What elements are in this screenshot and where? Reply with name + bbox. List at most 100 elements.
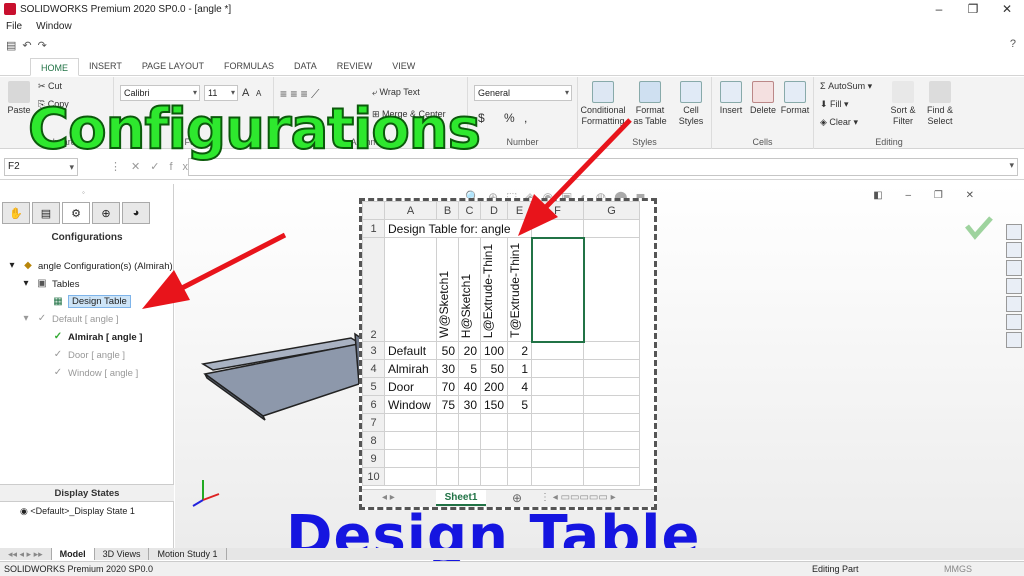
col-header-d[interactable]: D [479,201,509,220]
cell[interactable] [531,467,585,486]
value-cell[interactable]: 75 [436,395,459,414]
cell[interactable] [458,431,481,450]
save-icon[interactable]: ▤ [6,39,16,52]
config-name-cell[interactable]: Window [384,395,437,414]
cell[interactable] [458,467,481,486]
row-header[interactable]: 5 [362,377,385,396]
horizontal-scrollbar[interactable]: ⋮ ◂ ▭▭▭▭▭ ▸ [540,492,616,503]
col-header-c[interactable]: C [458,201,481,220]
design-table-sheet[interactable]: A B C D E F G 1 Design Table for: angle … [359,198,657,510]
row-header[interactable]: 4 [362,359,385,378]
row-header[interactable]: 8 [362,431,385,450]
expand-icon[interactable]: ▾ [20,278,32,290]
value-cell[interactable]: 1 [507,359,533,378]
cell[interactable] [583,395,641,414]
find-select-button[interactable]: Find & Select [922,81,958,127]
tree-config-almirah[interactable]: ✓ Almirah [ angle ] [52,331,143,343]
cell[interactable] [479,449,509,468]
expand-icon[interactable]: ▾ [6,260,18,272]
config-name-cell[interactable]: Almirah [384,359,437,378]
col-header-f[interactable]: F [531,201,585,220]
cell[interactable] [436,449,459,468]
cell[interactable] [436,467,459,486]
menu-file[interactable]: File [6,21,22,32]
sheet-nav-icon[interactable]: ◂ ▸ [382,492,395,503]
redo-icon[interactable]: ↷ [38,39,47,52]
selected-cell-f2[interactable] [530,236,585,343]
cell[interactable] [507,467,533,486]
comma-button[interactable]: , [524,111,527,125]
format-cells-button[interactable]: Format [780,81,810,116]
cell[interactable] [583,359,641,378]
tab-formulas[interactable]: FORMULAS [214,57,284,75]
display-manager-tab-icon[interactable]: ◕ [122,202,150,224]
value-cell[interactable]: 100 [479,341,509,360]
property-manager-tab-icon[interactable]: ▤ [32,202,60,224]
col-header-e[interactable]: E [507,201,533,220]
cell[interactable] [479,431,509,450]
cell[interactable] [479,413,509,432]
tab-model[interactable]: Model [51,548,95,560]
display-state-item[interactable]: ◉ <Default>_Display State 1 [20,506,135,517]
row-header[interactable]: 1 [362,219,385,238]
minimize-button[interactable]: – [922,0,956,18]
cell[interactable] [384,431,437,450]
confirm-check-icon[interactable] [965,216,993,240]
tree-root[interactable]: ▾ ◆ angle Configuration(s) (Almirah) [6,260,172,272]
cell[interactable] [458,413,481,432]
cell[interactable] [531,431,585,450]
value-cell[interactable]: 30 [458,395,481,414]
param-header-cell[interactable]: T@Extrude-Thin1 [507,237,533,342]
cell[interactable] [436,431,459,450]
cell[interactable] [507,449,533,468]
cell[interactable] [479,467,509,486]
configuration-manager-tab-icon[interactable]: ⚙ [62,202,90,224]
tab-motion-study[interactable]: Motion Study 1 [149,548,227,560]
row-header[interactable]: 7 [362,413,385,432]
number-format-select[interactable]: General [474,85,572,101]
config-name-cell[interactable]: Door [384,377,437,396]
cell[interactable] [583,449,641,468]
help-button[interactable]: ? [1010,38,1016,50]
cell[interactable] [507,431,533,450]
cell[interactable] [384,467,437,486]
feature-manager-tab-icon[interactable]: ✋ [2,202,30,224]
tab-nav-icon[interactable]: ◂◂ ◂ ▸ ▸▸ [0,548,52,560]
status-units[interactable]: MMGS [944,562,972,576]
tree-tables[interactable]: ▾ ▣ Tables [20,278,79,290]
close-button[interactable]: ✕ [990,0,1024,18]
cell[interactable] [583,413,641,432]
param-header-cell[interactable]: W@Sketch1 [436,237,459,342]
sort-filter-button[interactable]: Sort & Filter [886,81,920,127]
tab-3d-views[interactable]: 3D Views [95,548,150,560]
corner-cell[interactable] [362,201,385,220]
cut-button[interactable]: ✂ Cut [38,81,62,92]
format-as-table-button[interactable]: Format as Table [630,81,670,127]
cell-styles-button[interactable]: Cell Styles [674,81,708,127]
value-cell[interactable]: 5 [458,359,481,378]
tab-page-layout[interactable]: PAGE LAYOUT [132,57,214,75]
row-header[interactable]: 10 [362,467,385,486]
tab-view[interactable]: VIEW [382,57,425,75]
title-cell[interactable]: Design Table for: angle [383,219,533,238]
autosum-button[interactable]: Σ AutoSum ▾ [820,81,872,92]
param-header-cell[interactable]: L@Extrude-Thin1 [479,237,509,342]
row-header[interactable]: 9 [362,449,385,468]
value-cell[interactable]: 200 [479,377,509,396]
cell[interactable] [583,431,641,450]
add-sheet-icon[interactable]: ⊕ [512,491,522,505]
row-header[interactable]: 3 [362,341,385,360]
cell[interactable] [507,413,533,432]
tree-design-table[interactable]: ▦ Design Table [52,295,131,308]
col-header-b[interactable]: B [436,201,459,220]
cell[interactable] [384,449,437,468]
tab-insert[interactable]: INSERT [79,57,132,75]
value-cell[interactable]: 2 [507,341,533,360]
cell[interactable] [531,219,585,238]
cell[interactable] [531,449,585,468]
dimxpert-tab-icon[interactable]: ⊕ [92,202,120,224]
tree-config-default[interactable]: ▾ ✓ Default [ angle ] [20,313,118,325]
tab-data[interactable]: DATA [284,57,327,75]
col-header-a[interactable]: A [384,201,437,220]
fill-button[interactable]: ⬇ Fill ▾ [820,99,849,110]
